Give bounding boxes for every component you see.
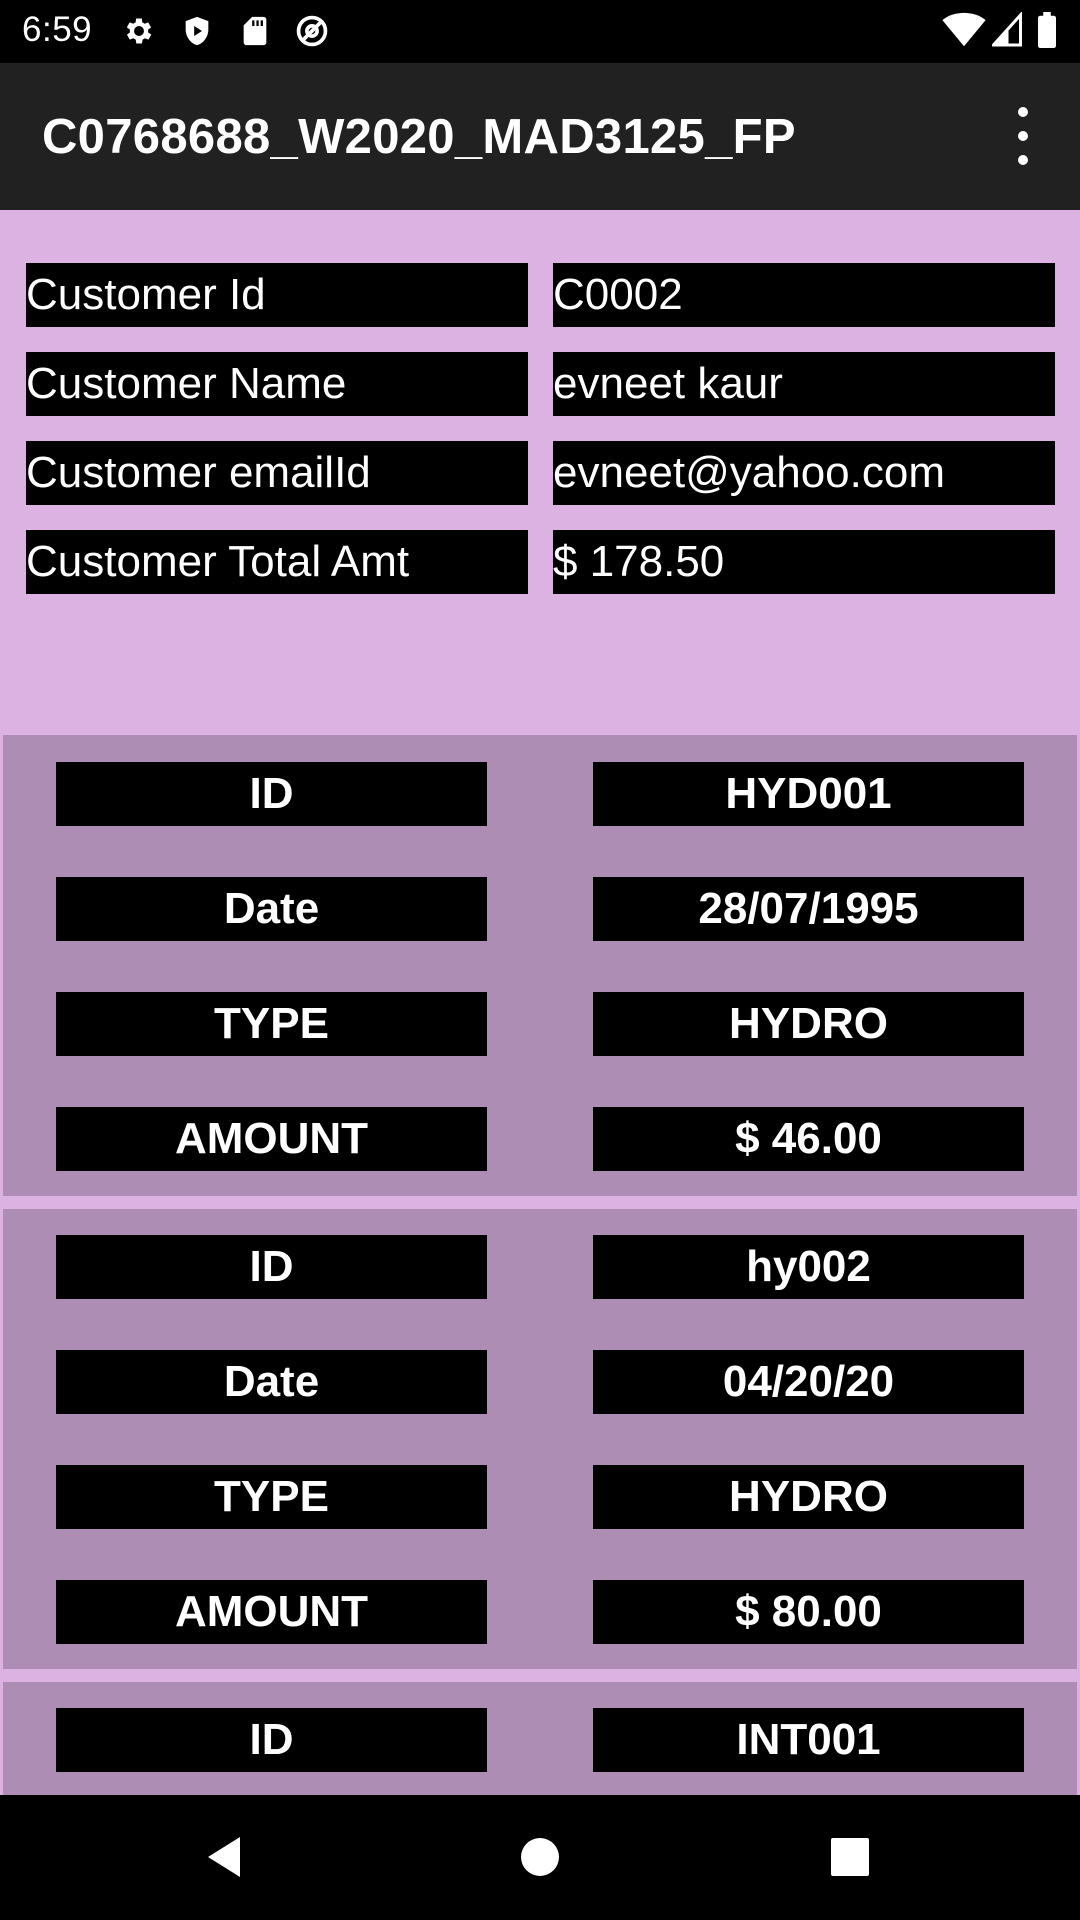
app-title: C0768688_W2020_MAD3125_FP [42,110,796,164]
customer-total-value: $ 178.50 [553,530,1055,594]
toolbar: C0768688_W2020_MAD3125_FP [0,63,1080,210]
bill-card[interactable]: ID hy002 Date 04/20/20 TYPE HYDRO AMOUNT… [3,1209,1077,1669]
bill-type-row: TYPE HYDRO [3,992,1077,1056]
status-bar: 6:59 [0,0,1080,63]
customer-id-row: Customer Id C0002 [26,263,1055,327]
battery-icon [1038,12,1056,48]
navigation-bar [0,1795,1080,1920]
settings-icon [126,18,152,44]
status-time: 6:59 [22,10,93,49]
bill-id-label: ID [56,1235,487,1299]
bill-type-value: HYDRO [593,992,1024,1056]
bill-id-value: INT001 [593,1708,1024,1772]
bill-type-label: TYPE [56,992,487,1056]
bill-amount-label: AMOUNT [56,1107,487,1171]
bill-date-value: 04/20/20 [593,1350,1024,1414]
bill-id-label: ID [56,762,487,826]
customer-total-label: Customer Total Amt [26,530,528,594]
bill-date-value: 28/07/1995 [593,877,1024,941]
bill-amount-row: AMOUNT $ 80.00 [3,1580,1077,1644]
customer-name-row: Customer Name evneet kaur [26,352,1055,416]
home-icon[interactable] [508,1825,572,1889]
customer-name-value: evneet kaur [553,352,1055,416]
cell-signal-icon [992,12,1022,47]
bill-id-row: ID HYD001 [3,762,1077,826]
bill-amount-row: AMOUNT $ 46.00 [3,1107,1077,1171]
bill-id-label: ID [56,1708,487,1772]
customer-id-label: Customer Id [26,263,528,327]
bill-date-label: Date [56,877,487,941]
bill-date-row: Date 04/20/20 [3,1350,1077,1414]
bill-amount-value: $ 80.00 [593,1580,1024,1644]
customer-total-row: Customer Total Amt $ 178.50 [26,530,1055,594]
at-sign-icon [296,15,328,47]
bill-id-row: ID hy002 [3,1235,1077,1299]
recents-icon[interactable] [818,1825,882,1889]
bill-type-value: HYDRO [593,1465,1024,1529]
shield-play-icon [185,16,209,46]
bill-type-label: TYPE [56,1465,487,1529]
bill-id-row: ID INT001 [3,1708,1077,1772]
customer-email-value: evneet@yahoo.com [553,441,1055,505]
bill-date-label: Date [56,1350,487,1414]
screen: 6:59 C0768688_W2020_MAD3125_FP Customer … [0,0,1080,1920]
customer-id-value: C0002 [553,263,1055,327]
customer-name-label: Customer Name [26,352,528,416]
bill-id-value: HYD001 [593,762,1024,826]
sd-card-icon [243,16,267,46]
wifi-icon [942,12,986,47]
customer-email-row: Customer emailId evneet@yahoo.com [26,441,1055,505]
bill-type-row: TYPE HYDRO [3,1465,1077,1529]
back-icon[interactable] [194,1825,258,1889]
more-vert-icon[interactable] [1000,107,1046,167]
customer-email-label: Customer emailId [26,441,528,505]
bill-amount-label: AMOUNT [56,1580,487,1644]
bill-id-value: hy002 [593,1235,1024,1299]
bill-card[interactable]: ID INT001 [3,1682,1077,1795]
bill-list[interactable]: ID HYD001 Date 28/07/1995 TYPE HYDRO AMO… [0,735,1080,1795]
bill-date-row: Date 28/07/1995 [3,877,1077,941]
bill-amount-value: $ 46.00 [593,1107,1024,1171]
bill-card[interactable]: ID HYD001 Date 28/07/1995 TYPE HYDRO AMO… [3,735,1077,1196]
